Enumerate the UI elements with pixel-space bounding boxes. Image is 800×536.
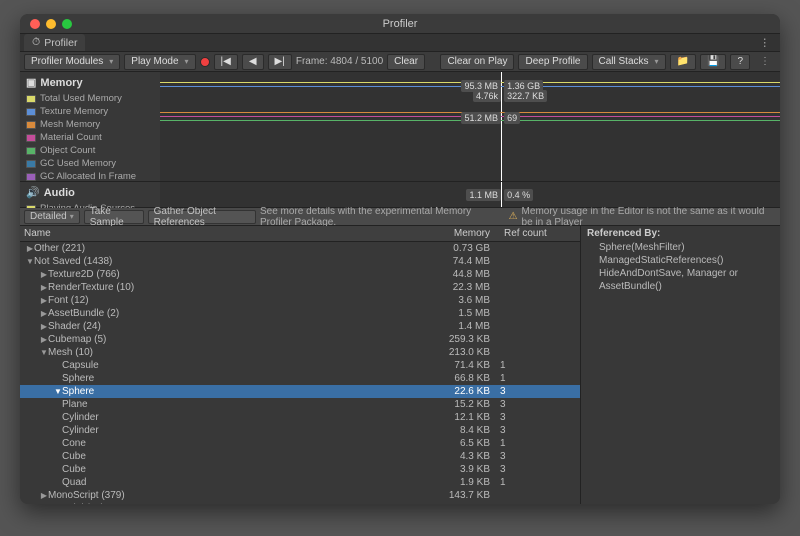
details-warning: Memory usage in the Editor is not the sa…: [522, 206, 776, 228]
referenced-by-panel: Referenced By: Sphere(MeshFilter)Managed…: [580, 226, 780, 504]
warning-icon: ⚠: [509, 211, 518, 222]
legend-item[interactable]: Material Count: [26, 131, 154, 144]
chart-badge: 4.76k: [473, 90, 501, 102]
reference-line: ManagedStaticReferences(): [593, 254, 774, 267]
audio-badge-left: 1.1 MB: [466, 189, 501, 201]
tree-header[interactable]: Name Memory Ref count: [20, 226, 580, 242]
tab-row: ⏱ Profiler ⋮: [20, 34, 780, 52]
audio-title[interactable]: 🔊 Audio: [26, 186, 154, 199]
frame-cursor[interactable]: [501, 72, 502, 181]
reference-line: Sphere(MeshFilter): [593, 241, 774, 254]
audio-badge-right: 0.4 %: [504, 189, 533, 201]
table-row[interactable]: Cube3.9 KB3: [20, 463, 580, 476]
table-row[interactable]: ▶Font (12)3.6 MB: [20, 294, 580, 307]
profiler-icon: ⏱: [32, 36, 40, 49]
chart-badge: 322.7 KB: [504, 90, 547, 102]
table-row[interactable]: ▶Other (221)0.73 GB: [20, 242, 580, 255]
legend-item[interactable]: GC Used Memory: [26, 157, 154, 170]
audio-legend: 🔊 Audio Playing Audio Sources: [20, 182, 160, 207]
titlebar: Profiler: [20, 14, 780, 34]
call-stacks-dropdown[interactable]: Call Stacks: [592, 54, 666, 70]
detail-mode-dropdown[interactable]: Detailed: [24, 210, 80, 224]
table-row[interactable]: ▶RenderTexture (10)22.3 MB: [20, 281, 580, 294]
table-row[interactable]: Quad1.9 KB1: [20, 476, 580, 489]
frame-next-button[interactable]: ▶|: [268, 54, 292, 70]
frame-label: Frame: 4804 / 5100: [296, 56, 383, 67]
memory-tree[interactable]: Name Memory Ref count ▶Other (221)0.73 G…: [20, 226, 580, 504]
chart-badge: 51.2 MB: [461, 112, 501, 124]
referenced-by-title: Referenced By:: [587, 228, 774, 239]
minimize-icon[interactable]: [46, 19, 56, 29]
table-row[interactable]: ▶MonoScript (379)143.7 KB: [20, 489, 580, 502]
memory-title[interactable]: ▣ Memory: [26, 76, 154, 89]
tab-menu-icon[interactable]: ⋮: [754, 37, 777, 49]
clear-button[interactable]: Clear: [387, 54, 425, 70]
window-title: Profiler: [20, 18, 780, 30]
table-row[interactable]: Cylinder12.1 KB3: [20, 411, 580, 424]
memory-chart[interactable]: 95.3 MB4.76k51.2 MB1.36 GB322.7 KB69: [160, 72, 780, 181]
audio-chart[interactable]: 1.1 MB 0.4 %: [160, 182, 780, 207]
memory-legend: ▣ Memory Total Used MemoryTexture Memory…: [20, 72, 160, 181]
zoom-icon[interactable]: [62, 19, 72, 29]
tab-label: Profiler: [44, 37, 77, 49]
details-hint: See more details with the experimental M…: [260, 206, 501, 228]
window-controls: [20, 19, 72, 29]
col-name[interactable]: Name: [20, 226, 420, 241]
table-row[interactable]: ▶Texture2D (766)44.8 MB: [20, 268, 580, 281]
load-icon[interactable]: 📁: [670, 54, 696, 70]
table-row[interactable]: ▶Material (52)107.4 KB: [20, 502, 580, 504]
detail-body: Name Memory Ref count ▶Other (221)0.73 G…: [20, 226, 780, 504]
deep-profile-button[interactable]: Deep Profile: [518, 54, 587, 70]
table-row[interactable]: ▼Mesh (10)213.0 KB: [20, 346, 580, 359]
table-row[interactable]: ▼Not Saved (1438)74.4 MB: [20, 255, 580, 268]
col-memory[interactable]: Memory: [420, 226, 500, 241]
table-row[interactable]: ▶Shader (24)1.4 MB: [20, 320, 580, 333]
frame-first-button[interactable]: |◀: [214, 54, 238, 70]
profiler-modules-dropdown[interactable]: Profiler Modules: [24, 54, 120, 70]
table-row[interactable]: Sphere66.8 KB1: [20, 372, 580, 385]
table-row[interactable]: Plane15.2 KB3: [20, 398, 580, 411]
take-sample-button[interactable]: Take Sample: [84, 210, 144, 224]
table-row[interactable]: ▼Sphere22.6 KB3: [20, 385, 580, 398]
record-button[interactable]: [200, 57, 210, 67]
frame-prev-button[interactable]: ◀: [242, 54, 264, 70]
legend-item[interactable]: Object Count: [26, 144, 154, 157]
table-row[interactable]: Cone6.5 KB1: [20, 437, 580, 450]
gather-refs-button[interactable]: Gather Object References: [148, 210, 256, 224]
play-mode-dropdown[interactable]: Play Mode: [124, 54, 195, 70]
save-icon[interactable]: 💾: [700, 54, 726, 70]
audio-module: 🔊 Audio Playing Audio Sources 1.1 MB 0.4…: [20, 182, 780, 208]
table-row[interactable]: Cube4.3 KB3: [20, 450, 580, 463]
legend-item[interactable]: Total Used Memory: [26, 92, 154, 105]
legend-item[interactable]: Texture Memory: [26, 105, 154, 118]
toolbar-menu-icon[interactable]: ⋮: [754, 56, 776, 67]
legend-item[interactable]: Mesh Memory: [26, 118, 154, 131]
main-toolbar: Profiler Modules Play Mode |◀ ◀ ▶| Frame…: [20, 52, 780, 72]
help-icon[interactable]: ?: [730, 54, 750, 70]
details-bar: Detailed Take Sample Gather Object Refer…: [20, 208, 780, 226]
chart-badge: 69: [504, 112, 520, 124]
table-row[interactable]: Capsule71.4 KB1: [20, 359, 580, 372]
table-row[interactable]: ▶Cubemap (5)259.3 KB: [20, 333, 580, 346]
frame-cursor[interactable]: [501, 182, 502, 207]
clear-on-play-button[interactable]: Clear on Play: [440, 54, 514, 70]
profiler-window: Profiler ⏱ Profiler ⋮ Profiler Modules P…: [20, 14, 780, 504]
close-icon[interactable]: [30, 19, 40, 29]
table-row[interactable]: Cylinder8.4 KB3: [20, 424, 580, 437]
tab-profiler[interactable]: ⏱ Profiler: [24, 34, 85, 51]
reference-line: HideAndDontSave, Manager or AssetBundle(…: [593, 267, 774, 293]
memory-module: ▣ Memory Total Used MemoryTexture Memory…: [20, 72, 780, 182]
table-row[interactable]: ▶AssetBundle (2)1.5 MB: [20, 307, 580, 320]
col-refcount[interactable]: Ref count: [500, 226, 580, 241]
